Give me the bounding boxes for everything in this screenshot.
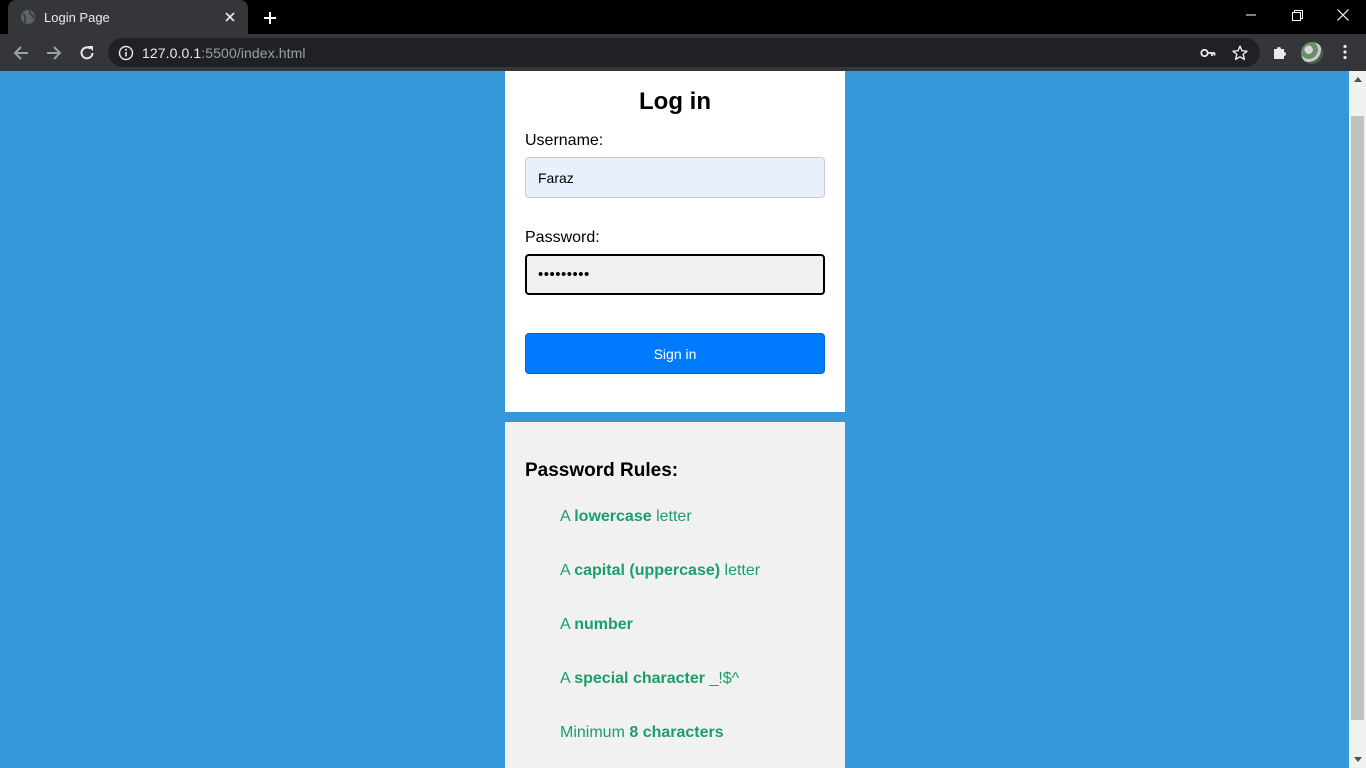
browser-titlebar: Login Page [0,0,1366,34]
password-rules-panel: Password Rules: A lowercase letter A cap… [505,422,845,768]
rule-suffix: _!$^ [704,670,740,687]
rule-special-character: A special character _!$^ [560,670,825,688]
page-scrollbar[interactable] [1349,71,1366,768]
rule-suffix: letter [651,508,692,525]
star-icon[interactable] [1232,45,1248,61]
plus-icon[interactable] [260,8,280,28]
rules-list: A lowercase letter A capital (uppercase)… [525,508,825,742]
browser-tab-active[interactable]: Login Page [8,0,248,34]
window-close-icon[interactable] [1320,0,1366,30]
rule-keyword: lowercase [574,508,652,525]
scroll-down-arrow-icon[interactable] [1349,751,1366,768]
rule-uppercase: A capital (uppercase) letter [560,562,825,580]
rule-prefix: A [560,508,575,525]
page-viewport: Log in Username: Password: Sign in Passw… [0,71,1349,768]
browser-toolbar: 127.0.0.1:5500/index.html [0,34,1366,71]
arrow-left-icon[interactable] [8,40,34,66]
rule-lowercase: A lowercase letter [560,508,825,526]
globe-icon [20,9,36,25]
minimize-icon[interactable] [1228,0,1274,30]
login-form: Log in Username: Password: Sign in [505,71,845,412]
username-label: Username: [525,132,604,149]
rule-suffix: letter [720,562,761,579]
rule-prefix: A [560,562,575,579]
url-text: 127.0.0.1:5500/index.html [142,45,306,61]
password-field[interactable] [525,254,825,295]
puzzle-icon[interactable] [1268,40,1292,64]
rule-keyword: 8 characters [629,724,724,741]
password-label: Password: [525,229,600,246]
rules-title: Password Rules: [525,460,679,481]
rule-keyword: special character [574,670,705,687]
rule-prefix: Minimum [560,724,630,741]
rule-number: A number [560,616,825,634]
rule-prefix: A [560,670,575,687]
info-icon[interactable] [118,45,134,61]
arrow-right-icon[interactable] [41,40,67,66]
sign-in-button[interactable]: Sign in [525,333,825,374]
page-title: Log in [639,88,711,115]
rule-keyword: capital (uppercase) [574,562,721,579]
close-icon[interactable] [222,9,238,25]
reload-icon[interactable] [74,40,100,66]
address-bar[interactable]: 127.0.0.1:5500/index.html [108,38,1260,67]
url-path: :5500/index.html [201,44,306,61]
kebab-menu-icon[interactable] [1333,40,1357,64]
profile-avatar[interactable] [1301,42,1323,64]
restore-icon[interactable] [1274,0,1320,30]
tab-title: Login Page [44,9,110,25]
rule-prefix: A [560,616,575,633]
rule-min-length: Minimum 8 characters [560,724,825,742]
username-field[interactable] [525,157,825,198]
url-host: 127.0.0.1 [142,44,202,61]
rule-keyword: number [574,616,633,633]
key-icon[interactable] [1200,45,1216,61]
scroll-up-arrow-icon[interactable] [1349,71,1366,88]
scrollbar-thumb[interactable] [1351,116,1364,720]
